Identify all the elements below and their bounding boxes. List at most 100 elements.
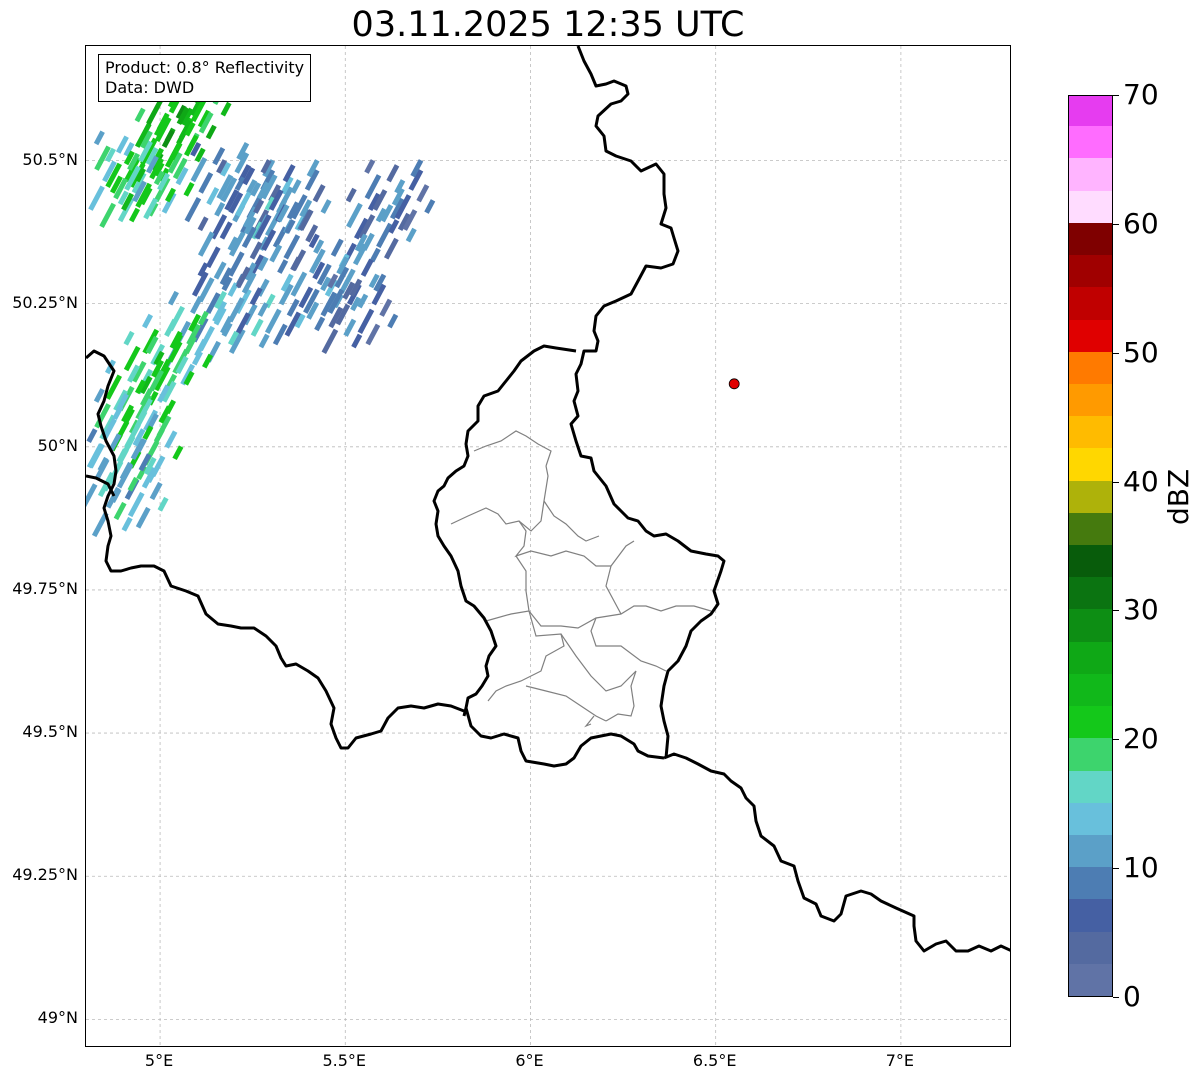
colorbar-tick-label: 40 [1123, 464, 1159, 498]
border-luxembourg-france [464, 707, 665, 768]
reflectivity-cell [214, 201, 226, 217]
reflectivity-cell [345, 187, 357, 203]
reflectivity-cell [357, 308, 375, 334]
reflectivity-cell [164, 430, 178, 449]
colorbar-segment [1069, 319, 1112, 352]
lat-tick-label: 49.25°N [12, 865, 78, 885]
lon-tick-label: 5°E [144, 1051, 174, 1070]
reflectivity-cell [135, 506, 151, 529]
reflectivity-cell [290, 271, 308, 297]
reflectivity-cell [86, 428, 98, 443]
reflectivity-cell [320, 199, 332, 214]
colorbar-segment [1069, 157, 1112, 191]
reflectivity-cell [198, 171, 214, 194]
colorbar-segment [1069, 415, 1112, 449]
reflectivity-cell [330, 238, 344, 257]
colorbar-segment [1069, 576, 1112, 610]
reflectivity-cell [157, 496, 169, 512]
reflectivity-cell [383, 237, 399, 260]
radar-map[interactable]: Product: 0.8° Reflectivity Data: DWD [85, 45, 1011, 1047]
region-borders [450, 430, 712, 728]
reflectivity-cell [149, 481, 163, 501]
reflectivity-cell [190, 295, 203, 315]
district-border [485, 555, 530, 622]
colorbar-segment [1069, 383, 1112, 417]
reflectivity-cell [424, 199, 436, 214]
reflectivity-cell [183, 181, 195, 197]
colorbar-tick [1113, 997, 1119, 998]
colorbar-segment [1069, 608, 1112, 642]
district-border [560, 633, 637, 692]
reflectivity-cell [205, 124, 217, 140]
colorbar-segment [1069, 512, 1112, 545]
reflectivity-cell [364, 159, 376, 174]
lon-tick-label: 5.5°E [322, 1051, 367, 1070]
colorbar-segment [1069, 963, 1112, 996]
colorbar-title: dBZ [1162, 468, 1195, 525]
district-border [487, 610, 565, 702]
reflectivity-cell [142, 313, 154, 329]
reflectivity-cell [184, 196, 202, 223]
district-border [450, 465, 549, 532]
colorbar-segment [1069, 673, 1112, 707]
product-info-box: Product: 0.8° Reflectivity Data: DWD [98, 54, 312, 102]
reflectivity-cell [346, 202, 363, 229]
reflectivity-cell [197, 231, 215, 257]
reflectivity-cell [360, 258, 374, 277]
reflectivity-cell [123, 330, 135, 346]
lat-tick-label: 49.75°N [12, 578, 78, 598]
reflectivity-cell [387, 313, 399, 329]
colorbar-segment [1069, 931, 1112, 964]
colorbar-segment [1069, 125, 1112, 159]
colorbar-tick [1113, 352, 1119, 354]
reflectivity-cell [312, 184, 326, 203]
reflectivity-cell [99, 202, 116, 228]
colorbar-segment [1069, 802, 1112, 835]
reflectivity-cell [205, 246, 221, 269]
colorbar [1068, 95, 1113, 997]
colorbar-tick [1113, 95, 1119, 96]
colorbar-tick-label: 70 [1123, 78, 1159, 111]
reflectivity-cell [257, 302, 269, 317]
colorbar-segment [1069, 834, 1112, 868]
reflectivity-cell [88, 185, 105, 211]
reflectivity-layer [86, 61, 436, 538]
reflectivity-cell [172, 445, 184, 461]
colorbar-tick [1113, 481, 1119, 483]
lat-tick-label: 50.5°N [22, 149, 78, 169]
reflectivity-cell [416, 184, 430, 203]
reflectivity-cell [283, 234, 301, 260]
reflectivity-cell [86, 483, 98, 509]
reflectivity-cell [220, 101, 232, 117]
reflectivity-cell [365, 323, 381, 346]
border-luxembourg-belgium [432, 344, 577, 717]
colorbar-segment [1069, 351, 1112, 384]
colorbar-segment [1069, 222, 1112, 256]
district-border [525, 685, 607, 722]
lat-tick-label: 49°N [37, 1008, 78, 1028]
radar-site-marker[interactable] [728, 378, 740, 390]
colorbar-segment [1069, 737, 1112, 771]
colorbar-segment [1069, 641, 1112, 674]
map-title: 03.11.2025 12:35 UTC [351, 5, 745, 45]
data-source-label: Data: DWD [105, 78, 195, 97]
colorbar-tick [1113, 739, 1119, 741]
colorbar-segment [1069, 447, 1112, 481]
colorbar-tick [1113, 610, 1119, 612]
colorbar-segment [1069, 190, 1112, 223]
reflectivity-cell [314, 316, 326, 332]
lat-tick-label: 50°N [37, 435, 78, 455]
reflectivity-cell [386, 164, 400, 183]
reflectivity-cell [128, 207, 140, 223]
reflectivity-cell [113, 501, 127, 521]
reflectivity-cell [379, 298, 393, 317]
reflectivity-cell [290, 179, 302, 194]
colorbar-segment [1069, 480, 1112, 513]
reflectivity-cell [134, 107, 146, 123]
colorbar-segment [1069, 705, 1112, 739]
reflectivity-cell [277, 259, 289, 274]
lon-tick-label: 6.5°E [692, 1051, 737, 1070]
district-border [528, 605, 712, 629]
lat-tick-label: 49.5°N [22, 722, 78, 742]
colorbar-segment [1069, 286, 1112, 320]
